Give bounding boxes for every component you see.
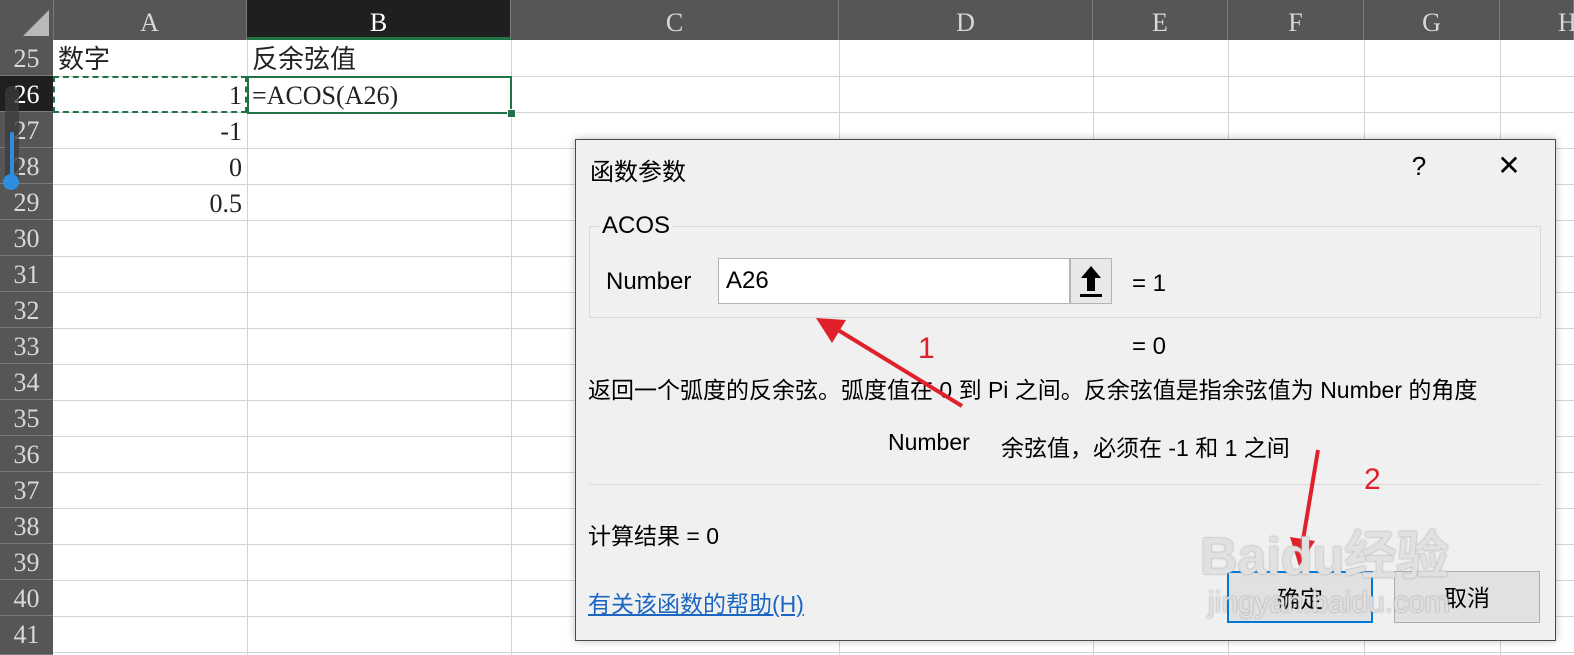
gridline <box>247 40 248 655</box>
zoom-slider-fill <box>10 132 14 180</box>
row-header[interactable]: 34 <box>0 364 53 400</box>
argument-result: = 1 <box>1132 270 1167 297</box>
row-header[interactable]: 38 <box>0 508 53 544</box>
column-header-h[interactable]: H <box>1500 0 1574 40</box>
row-header[interactable]: 37 <box>0 472 53 508</box>
divider <box>589 484 1541 485</box>
dialog-title: 函数参数 <box>590 159 686 186</box>
ok-button[interactable]: 确定 <box>1227 571 1373 623</box>
cell-b25[interactable]: 反余弦值 <box>247 40 511 76</box>
number-argument-input[interactable]: A26 <box>718 258 1070 304</box>
select-all-icon <box>23 10 49 36</box>
function-arguments-dialog: 函数参数 ? ✕ ACOS Number A26 = 1 = 0 返回一个弧度的… <box>575 139 1556 641</box>
column-header-d[interactable]: D <box>839 0 1093 40</box>
argument-description-text: 余弦值，必须在 -1 和 1 之间 <box>1001 435 1290 461</box>
row-header[interactable]: 41 <box>0 616 53 655</box>
row-header[interactable]: 39 <box>0 544 53 580</box>
up-arrow-icon <box>1080 266 1102 297</box>
calculation-result: 计算结果 = 0 <box>588 523 720 549</box>
row-header[interactable]: 36 <box>0 436 53 472</box>
row-header[interactable]: 30 <box>0 220 53 256</box>
column-header-g[interactable]: G <box>1364 0 1500 40</box>
row-header[interactable]: 25 <box>0 40 53 76</box>
zoom-slider-knob[interactable] <box>3 174 19 190</box>
formula-result: = 0 <box>1132 333 1167 360</box>
column-header-c[interactable]: C <box>511 0 839 40</box>
column-header-b[interactable]: B <box>247 0 511 40</box>
cell-a25[interactable]: 数字 <box>53 40 247 76</box>
fill-handle[interactable] <box>507 109 516 118</box>
row-header[interactable]: 33 <box>0 328 53 364</box>
function-help-link[interactable]: 有关该函数的帮助(H) <box>588 585 804 619</box>
cell-a27[interactable]: -1 <box>53 112 247 148</box>
row-header[interactable]: 32 <box>0 292 53 328</box>
cancel-button[interactable]: 取消 <box>1394 571 1540 623</box>
copy-marquee <box>53 76 247 113</box>
close-icon[interactable]: ✕ <box>1489 148 1529 184</box>
row-header[interactable]: 35 <box>0 400 53 436</box>
gridline <box>53 652 1574 653</box>
function-description: 返回一个弧度的反余弦。弧度值在 0 到 Pi 之间。反余弦值是指余弦值为 Num… <box>588 377 1478 403</box>
collapse-dialog-button[interactable] <box>1070 258 1112 304</box>
row-header[interactable]: 40 <box>0 580 53 616</box>
select-all-corner[interactable] <box>0 0 54 40</box>
argument-label: Number <box>606 268 692 295</box>
column-header-e[interactable]: E <box>1093 0 1228 40</box>
gridline <box>511 40 512 655</box>
help-icon[interactable]: ? <box>1401 148 1437 184</box>
active-cell-border <box>247 76 512 114</box>
cell-a28[interactable]: 0 <box>53 148 247 184</box>
cell-a29[interactable]: 0.5 <box>53 184 247 220</box>
argument-description-name: Number <box>888 429 970 455</box>
column-header-f[interactable]: F <box>1228 0 1364 40</box>
function-name: ACOS <box>600 212 673 240</box>
column-header-a[interactable]: A <box>53 0 247 40</box>
row-header[interactable]: 31 <box>0 256 53 292</box>
